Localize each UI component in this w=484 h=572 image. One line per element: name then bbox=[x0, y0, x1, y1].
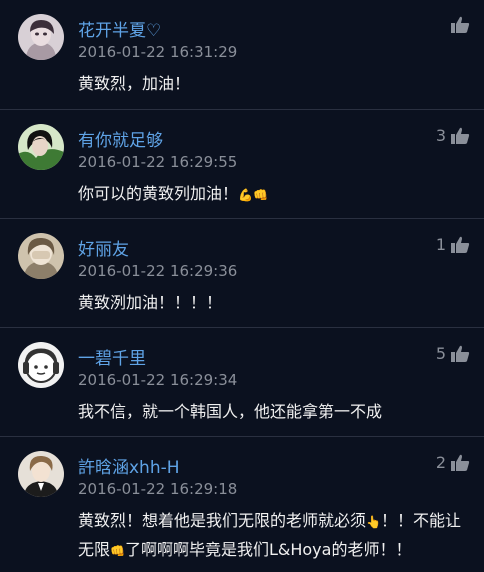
flexed-biceps-emoji: 💪 bbox=[238, 188, 253, 202]
avatar[interactable] bbox=[18, 233, 64, 279]
comment-text-body: 你可以的黄致列加油！ bbox=[78, 184, 239, 203]
comment-text: 黄致烈，加油！ bbox=[78, 74, 191, 93]
avatar[interactable] bbox=[18, 451, 64, 497]
like-count: 3 bbox=[435, 126, 446, 145]
avatar[interactable] bbox=[18, 14, 64, 60]
username[interactable]: 好丽友 bbox=[78, 235, 129, 260]
fist-emoji: 👊 bbox=[110, 544, 125, 558]
comment-item: 有你就足够 2016-01-22 16:29:55 你可以的黄致列加油！💪👊 3 bbox=[0, 110, 484, 219]
avatar[interactable] bbox=[18, 124, 64, 170]
thumbs-up-icon bbox=[451, 454, 470, 471]
like-button[interactable]: 5 bbox=[436, 344, 470, 363]
like-count: 2 bbox=[435, 453, 446, 472]
username[interactable]: 花开半夏♡ bbox=[78, 16, 161, 41]
thumbs-up-icon bbox=[451, 345, 470, 362]
timestamp: 2016-01-22 16:29:34 bbox=[78, 371, 238, 389]
timestamp: 2016-01-22 16:29:18 bbox=[78, 480, 238, 498]
like-button[interactable] bbox=[446, 16, 470, 34]
comment-text: 我不信，就一个韩国人，他还能拿第一不成 bbox=[78, 402, 383, 421]
comment-item: 好丽友 2016-01-22 16:29:36 黄致洌加油！！！！ 1 bbox=[0, 219, 484, 328]
comment-item: 花开半夏♡ 2016-01-22 16:31:29 黄致烈，加油！ bbox=[0, 0, 484, 110]
username[interactable]: 許晗涵xhh-H bbox=[78, 453, 180, 478]
thumbs-up-icon bbox=[451, 16, 470, 33]
comment-text-part: 黄致烈！想着他是我们无限的老师就必须 bbox=[78, 511, 367, 530]
username[interactable]: 有你就足够 bbox=[78, 126, 163, 151]
pointing-up-emoji: 👆 bbox=[366, 515, 381, 529]
like-count: 1 bbox=[435, 235, 446, 254]
comment-item: 一碧千里 2016-01-22 16:29:34 我不信，就一个韩国人，他还能拿… bbox=[0, 328, 484, 437]
comment-text: 黄致烈！想着他是我们无限的老师就必须👆！！不能让无限👊了啊啊啊毕竟是我们L&Ho… bbox=[78, 507, 470, 565]
timestamp: 2016-01-22 16:29:55 bbox=[78, 153, 238, 171]
comment-item: 許晗涵xhh-H 2016-01-22 16:29:18 黄致烈！想着他是我们无… bbox=[0, 437, 484, 572]
like-button[interactable]: 3 bbox=[436, 126, 470, 145]
like-button[interactable]: 2 bbox=[436, 453, 470, 472]
timestamp: 2016-01-22 16:31:29 bbox=[78, 43, 238, 61]
comment-text-part: 了啊啊啊毕竟是我们L&Hoya的老师！！ bbox=[124, 540, 412, 559]
fist-emoji: 👊 bbox=[252, 188, 268, 202]
thumbs-up-icon bbox=[451, 236, 470, 253]
avatar[interactable] bbox=[18, 342, 64, 388]
like-count: 5 bbox=[435, 344, 446, 363]
comment-text: 黄致洌加油！！！！ bbox=[78, 293, 223, 312]
like-button[interactable]: 1 bbox=[436, 235, 470, 254]
thumbs-up-icon bbox=[451, 127, 470, 144]
comment-text: 你可以的黄致列加油！💪👊 bbox=[78, 180, 470, 209]
comment-list: 花开半夏♡ 2016-01-22 16:31:29 黄致烈，加油！ 有你就足够 … bbox=[0, 0, 484, 572]
timestamp: 2016-01-22 16:29:36 bbox=[78, 262, 238, 280]
username[interactable]: 一碧千里 bbox=[78, 344, 146, 369]
